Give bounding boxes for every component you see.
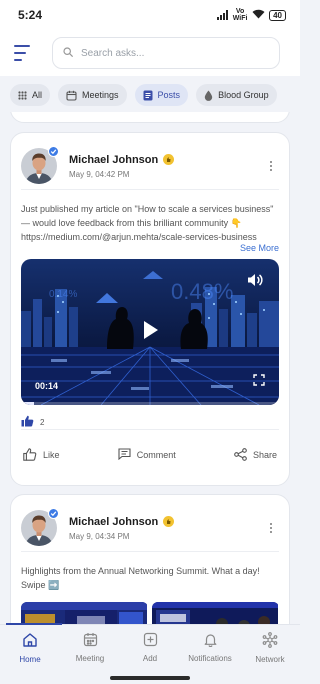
post-card: Michael Johnson May 9, 04:34 PM Highligh…	[10, 494, 290, 624]
battery-indicator: 40	[269, 9, 286, 21]
reactions-summary[interactable]: 2	[11, 405, 289, 429]
more-options-icon[interactable]	[263, 161, 279, 171]
volume-icon[interactable]	[247, 273, 263, 292]
post-text: Just published my article on "How to sca…	[21, 204, 274, 242]
filter-chip-label: Posts	[157, 90, 181, 100]
grid-icon	[18, 90, 27, 100]
post-actions: Like Comment Share	[11, 434, 289, 476]
plus-square-icon	[143, 632, 158, 649]
post-header: Michael Johnson May 9, 04:34 PM	[11, 495, 289, 551]
share-label: Share	[252, 450, 277, 460]
post-card: Michael Johnson May 9, 04:42 PM Just pub…	[10, 132, 290, 486]
nav-home[interactable]: Home	[0, 625, 60, 670]
filter-chip-label: Meetings	[82, 90, 119, 100]
nav-label: Meeting	[75, 654, 105, 663]
like-button[interactable]: Like	[23, 447, 60, 463]
author-name[interactable]: Michael Johnson	[69, 154, 158, 166]
image-carousel[interactable]	[21, 602, 279, 624]
bottom-navigation: Home Meeting Add Notifications Network	[0, 623, 300, 670]
video-time: 00:14	[35, 381, 59, 391]
nav-label: Home	[19, 654, 41, 664]
carousel-image[interactable]	[21, 602, 148, 624]
search-placeholder: Search asks...	[81, 47, 145, 59]
filter-chip-label: All	[32, 90, 43, 100]
more-options-icon[interactable]	[263, 523, 279, 533]
nav-meeting[interactable]: Meeting	[60, 625, 120, 670]
post-timestamp: May 9, 04:42 PM	[69, 169, 130, 179]
search-icon	[63, 44, 73, 62]
fullscreen-icon[interactable]	[253, 373, 265, 391]
vowifi-indicator: Vo WiFi	[232, 8, 248, 22]
comment-icon	[118, 448, 131, 462]
verified-icon	[48, 508, 59, 519]
filter-chip-meetings[interactable]: Meetings	[58, 84, 127, 106]
post-text: Highlights from the Annual Networking Su…	[21, 566, 260, 590]
nav-label: Add	[142, 654, 158, 663]
bell-icon	[203, 632, 218, 649]
filter-chip-label: Blood Group	[218, 90, 269, 100]
top-bar: Search asks...	[0, 30, 300, 76]
video-player[interactable]: 0.48% 0.14% 00:14	[21, 259, 279, 405]
see-more-link[interactable]: See More	[11, 243, 289, 253]
calendar-icon	[66, 90, 77, 101]
play-icon[interactable]	[143, 320, 159, 345]
author-name[interactable]: Michael Johnson	[69, 516, 158, 528]
avatar[interactable]	[21, 508, 59, 546]
post-feed[interactable]: Michael Johnson May 9, 04:42 PM Just pub…	[0, 112, 300, 624]
nav-add[interactable]: Add	[120, 625, 180, 670]
nav-label: Notifications	[188, 654, 232, 663]
video-progress-bar[interactable]	[21, 402, 279, 405]
filter-chip-posts[interactable]: Posts	[134, 84, 189, 106]
likes-count: 2	[40, 417, 45, 427]
home-icon	[22, 632, 38, 650]
home-indicator	[0, 670, 300, 684]
status-bar: 5:24 Vo WiFi 40	[0, 0, 300, 30]
carousel-image[interactable]	[152, 602, 279, 624]
premium-badge-icon	[163, 516, 175, 527]
calendar-icon	[83, 632, 98, 649]
active-tab-indicator	[6, 623, 62, 625]
document-icon	[143, 90, 153, 101]
premium-badge-icon	[163, 154, 175, 165]
blood-drop-icon	[204, 90, 213, 101]
wifi-icon	[252, 9, 265, 21]
nav-label: Network	[255, 654, 285, 664]
verified-icon	[48, 146, 59, 157]
svg-text:0.14%: 0.14%	[49, 289, 77, 300]
previous-post-card	[10, 112, 290, 123]
share-icon	[234, 447, 247, 463]
search-input[interactable]: Search asks...	[52, 37, 280, 69]
divider	[21, 429, 279, 430]
avatar[interactable]	[21, 146, 59, 184]
comment-button[interactable]: Comment	[118, 448, 176, 462]
nav-notifications[interactable]: Notifications	[180, 625, 240, 670]
svg-text:0.48%: 0.48%	[171, 279, 233, 304]
filter-chip-blood-group[interactable]: Blood Group	[196, 84, 277, 106]
share-button[interactable]: Share	[234, 447, 277, 463]
post-timestamp: May 9, 04:34 PM	[69, 531, 130, 541]
thumbs-up-outline-icon	[23, 447, 37, 463]
like-label: Like	[43, 450, 60, 460]
comment-label: Comment	[136, 450, 176, 460]
signal-icon	[217, 10, 229, 20]
filter-chip-all[interactable]: All	[10, 84, 51, 106]
filter-chips: All Meetings Posts Blood Group	[0, 78, 300, 112]
status-time: 5:24	[18, 8, 43, 22]
thumbs-up-icon	[21, 415, 34, 429]
network-icon	[262, 631, 278, 650]
nav-network[interactable]: Network	[240, 625, 300, 670]
post-header: Michael Johnson May 9, 04:42 PM	[11, 133, 289, 189]
menu-icon[interactable]	[14, 45, 34, 61]
